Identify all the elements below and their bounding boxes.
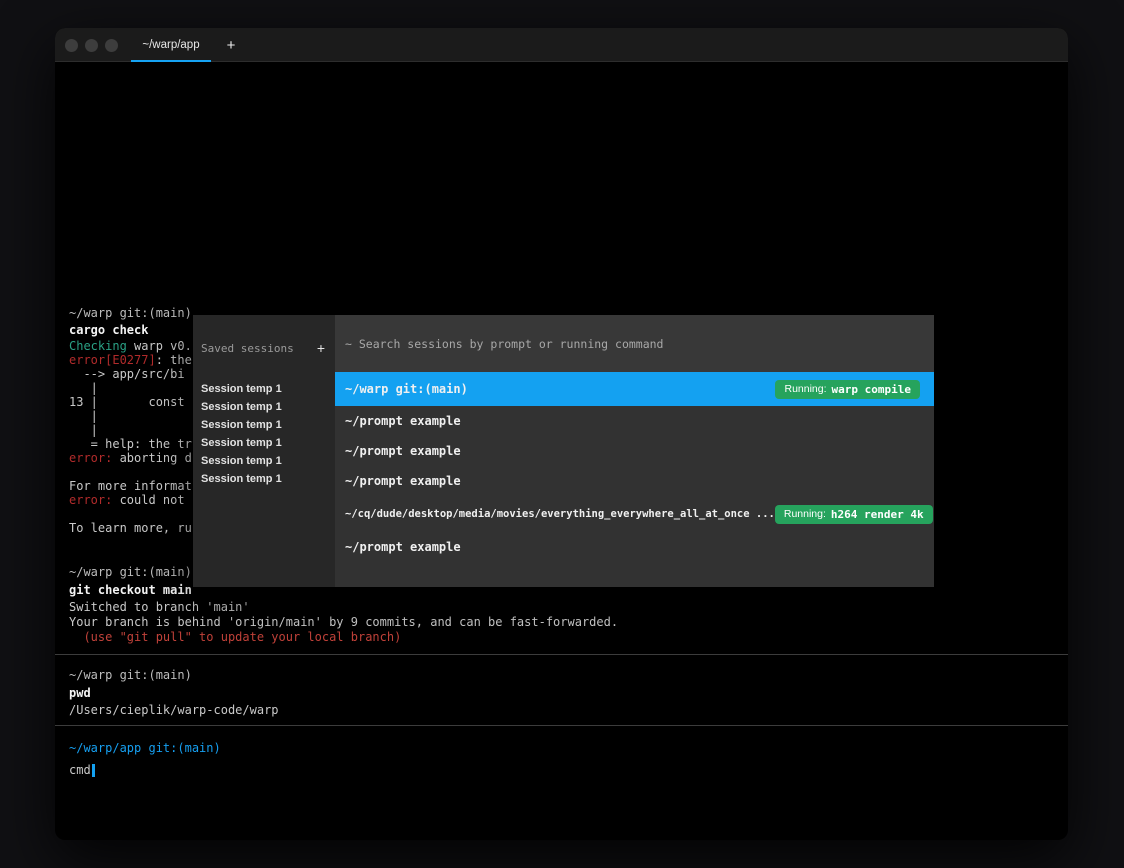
- terminal-text: : the: [156, 353, 192, 367]
- terminal-text: pwd: [69, 686, 91, 700]
- session-switcher-overlay: Saved sessions + Session temp 1Session t…: [193, 315, 934, 587]
- terminal-line: pwd: [69, 686, 1054, 701]
- terminal-text: To learn more, ru: [69, 521, 192, 535]
- terminal-text: Switched to branch 'main': [69, 600, 250, 614]
- close-window-button[interactable]: [65, 39, 78, 52]
- saved-session-list: Session temp 1Session temp 1Session temp…: [193, 380, 335, 488]
- session-result-row[interactable]: ~/prompt example: [335, 436, 934, 466]
- terminal-line: (use "git pull" to update your local bra…: [69, 630, 1054, 645]
- terminal-text: ~/warp git:(main): [69, 668, 192, 682]
- terminal-window: ~/warp/app + ~/warp git:(main) cargo chec…: [55, 28, 1068, 840]
- saved-session-item[interactable]: Session temp 1: [193, 398, 335, 416]
- terminal-text: warp v0.: [127, 339, 192, 353]
- terminal-text: /Users/cieplik/warp-code/warp: [69, 703, 279, 717]
- saved-session-item[interactable]: Session temp 1: [193, 434, 335, 452]
- running-status-badge: Running: h264 render 4k: [775, 505, 933, 524]
- tab-active[interactable]: ~/warp/app: [131, 28, 211, 62]
- running-command: h264 render 4k: [831, 508, 924, 521]
- session-result-row[interactable]: ~/prompt example: [335, 532, 934, 562]
- new-tab-button[interactable]: +: [218, 28, 244, 62]
- terminal-text: --> app/src/bi: [69, 367, 185, 381]
- minimize-window-button[interactable]: [85, 39, 98, 52]
- traffic-lights: [65, 28, 118, 62]
- session-result-label: ~/prompt example: [345, 474, 461, 488]
- saved-session-item[interactable]: Session temp 1: [193, 470, 335, 488]
- terminal-content: ~/warp git:(main) cargo check Checking war…: [55, 62, 1068, 840]
- terminal-text: aborting d: [112, 451, 191, 465]
- block-divider: [55, 654, 1068, 655]
- session-result-label: ~/cq/dude/desktop/media/movies/everythin…: [345, 508, 775, 520]
- saved-session-item[interactable]: Session temp 1: [193, 452, 335, 470]
- terminal-line: ~/warp git:(main): [69, 668, 1054, 683]
- session-result-list: ~/warp git:(main) Running: warp compile ~/p…: [335, 372, 934, 562]
- titlebar: ~/warp/app +: [55, 28, 1068, 62]
- terminal-text: |: [69, 381, 98, 395]
- terminal-line[interactable]: ~/warp/app git:(main): [69, 741, 1054, 756]
- terminal-text: = help: the tr: [69, 437, 192, 451]
- add-session-button[interactable]: +: [317, 341, 325, 355]
- terminal-line: Switched to branch 'main': [69, 600, 1054, 615]
- terminal-text: For more informat: [69, 479, 192, 493]
- terminal-text: ~/warp/app git:(main): [69, 741, 221, 755]
- saved-session-item[interactable]: Session temp 1: [193, 380, 335, 398]
- terminal-text: cmd: [69, 763, 91, 777]
- session-result-row[interactable]: ~/prompt example: [335, 406, 934, 436]
- terminal-text: could not: [112, 493, 184, 507]
- terminal-line: Your branch is behind 'origin/main' by 9…: [69, 615, 1054, 630]
- terminal-text: (use "git pull" to update your local bra…: [69, 630, 401, 644]
- saved-sessions-panel: Saved sessions + Session temp 1Session t…: [193, 315, 335, 587]
- text-cursor: [92, 764, 95, 777]
- pwd-block: ~/warp git:(main) pwd/Users/cieplik/warp-…: [55, 668, 1068, 718]
- session-result-row[interactable]: ~/cq/dude/desktop/media/movies/everythin…: [335, 496, 934, 532]
- terminal-text: git checkout main: [69, 583, 192, 597]
- session-result-label: ~/warp git:(main): [345, 382, 468, 396]
- current-input-block[interactable]: ~/warp/app git:(main) cmd: [55, 741, 1068, 778]
- terminal-text: error[E0277]: [69, 353, 156, 367]
- terminal-text: ~/warp git:(main): [69, 306, 192, 320]
- running-status-badge: Running: warp compile: [775, 380, 920, 399]
- session-result-label: ~/prompt example: [345, 444, 461, 458]
- terminal-text: 13 | const fl: [69, 395, 206, 409]
- terminal-text: Your branch is behind 'origin/main' by 9…: [69, 615, 618, 629]
- running-label: Running:: [784, 508, 826, 520]
- session-search-input[interactable]: ~ Search sessions by prompt or running c…: [335, 315, 934, 372]
- terminal-text: error:: [69, 493, 112, 507]
- running-command: warp compile: [832, 383, 911, 396]
- terminal-text: Checking: [69, 339, 127, 353]
- session-result-label: ~/prompt example: [345, 414, 461, 428]
- terminal-text: error:: [69, 451, 112, 465]
- saved-sessions-title: Saved sessions: [201, 342, 294, 355]
- terminal-text: |: [69, 409, 98, 423]
- saved-sessions-header: Saved sessions +: [193, 315, 335, 355]
- block-divider: [55, 725, 1068, 726]
- session-search-panel: ~ Search sessions by prompt or running c…: [335, 315, 934, 587]
- terminal-text: cargo check: [69, 323, 148, 337]
- running-label: Running:: [784, 383, 826, 395]
- terminal-text: |: [69, 423, 98, 437]
- tab-title: ~/warp/app: [142, 39, 199, 51]
- saved-session-item[interactable]: Session temp 1: [193, 416, 335, 434]
- terminal-text: ~/warp git:(main): [69, 565, 192, 579]
- session-result-label: ~/prompt example: [345, 540, 461, 554]
- terminal-line: /Users/cieplik/warp-code/warp: [69, 703, 1054, 718]
- maximize-window-button[interactable]: [105, 39, 118, 52]
- terminal-line[interactable]: cmd: [69, 763, 1054, 778]
- session-result-row[interactable]: ~/prompt example: [335, 466, 934, 496]
- session-result-row[interactable]: ~/warp git:(main) Running: warp compile: [335, 372, 934, 406]
